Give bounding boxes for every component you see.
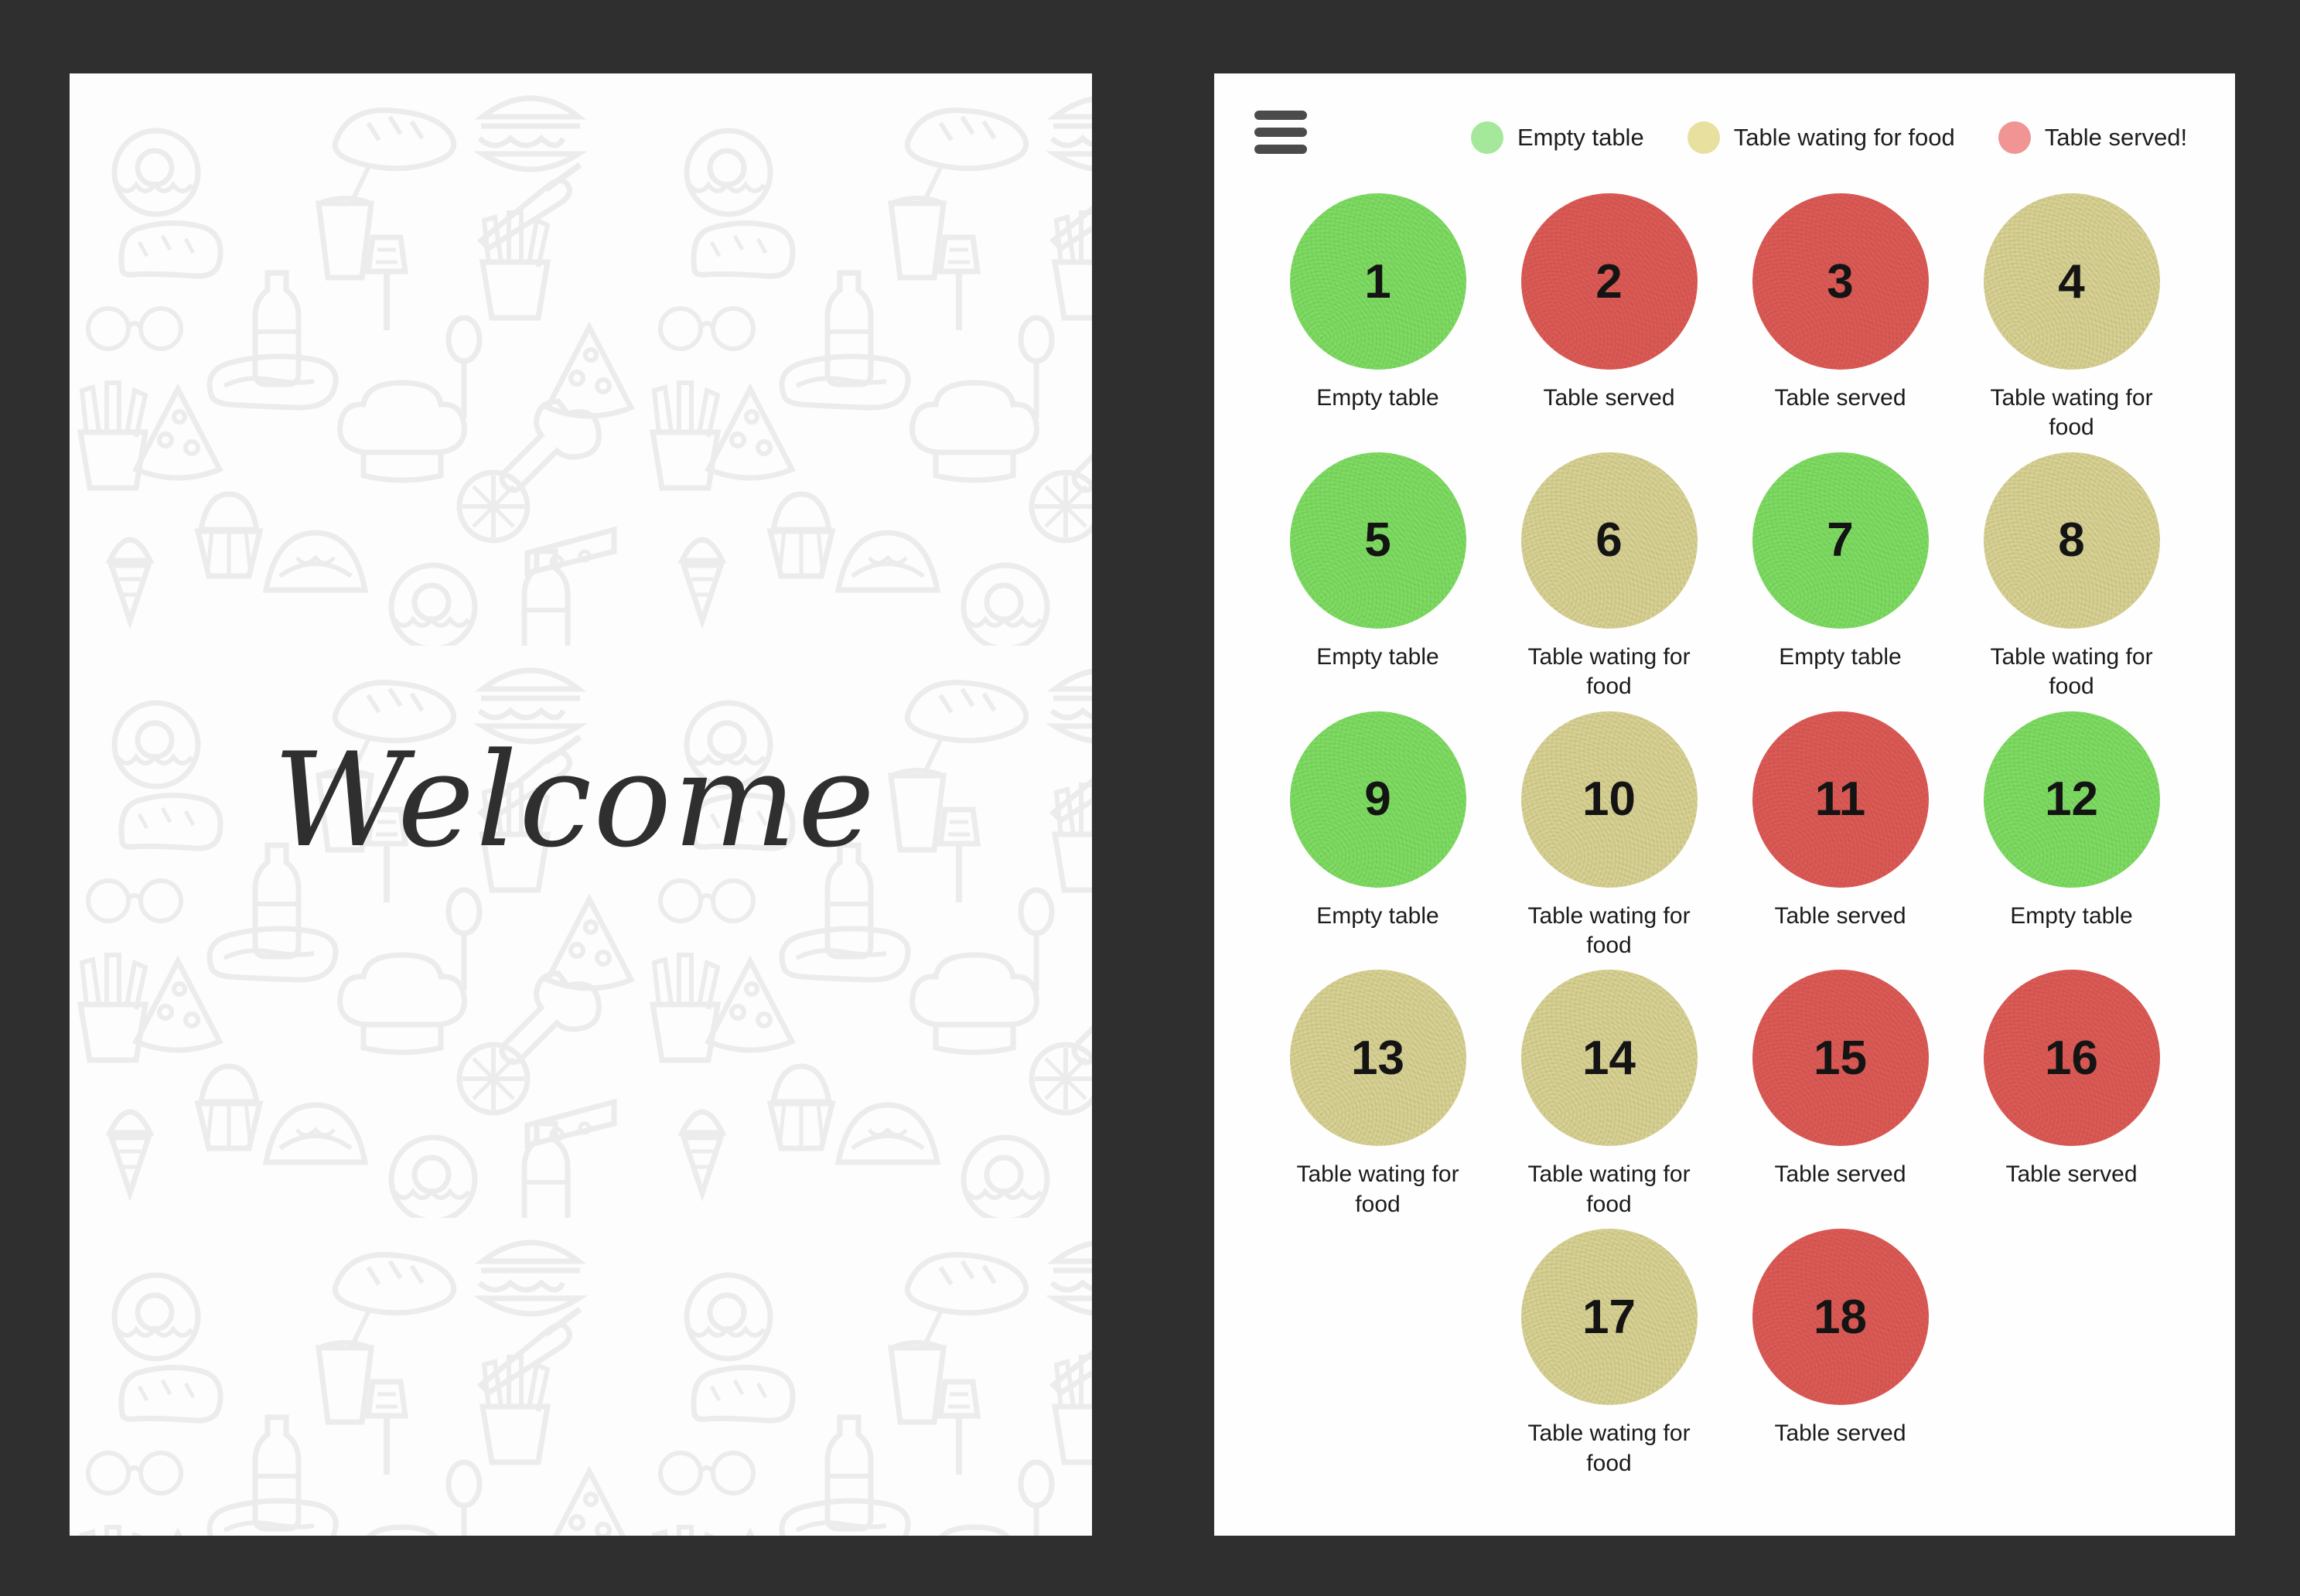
table-status-label: Empty table — [1316, 643, 1439, 670]
table-status-label: Table served — [1774, 385, 1906, 411]
table-cell[interactable]: 3 Table served — [1725, 193, 1956, 443]
table-status-label: Empty table — [1316, 385, 1439, 411]
table-number: 16 — [2045, 1031, 2098, 1085]
table-status-label: Table served — [2005, 1161, 2138, 1188]
table-status-label: Table wating for food — [1527, 1161, 1691, 1217]
table-circle-served[interactable]: 18 — [1752, 1229, 1929, 1406]
table-number: 1 — [1364, 254, 1391, 309]
table-number: 17 — [1582, 1290, 1636, 1344]
table-cell[interactable]: 5 Empty table — [1262, 452, 1493, 702]
table-circle-waiting[interactable]: 13 — [1289, 970, 1466, 1147]
table-number: 2 — [1595, 254, 1623, 309]
welcome-title: Welcome — [272, 724, 877, 876]
table-cell[interactable]: 6 Table wating for food — [1493, 452, 1725, 702]
hamburger-bar-1 — [1254, 111, 1307, 120]
table-status-label: Table served — [1774, 1161, 1906, 1188]
table-number: 4 — [2058, 254, 2085, 309]
table-circle-served[interactable]: 3 — [1752, 193, 1929, 370]
table-circle-empty[interactable]: 12 — [1983, 711, 2160, 888]
table-number: 12 — [2045, 772, 2098, 827]
table-circle-waiting[interactable]: 4 — [1983, 193, 2160, 370]
table-cell[interactable]: 1 Empty table — [1262, 193, 1493, 443]
table-cell[interactable]: 11 Table served — [1725, 711, 1956, 961]
tables-grid: 1 Empty table 2 Table served 3 Table served 4 T… — [1262, 193, 2187, 1478]
top-bar: Empty table Table wating for food Table se… — [1214, 73, 2235, 189]
table-circle-waiting[interactable]: 14 — [1520, 970, 1698, 1147]
table-status-label: Table wating for food — [1990, 385, 2153, 441]
table-number: 18 — [1814, 1290, 1867, 1344]
table-number: 11 — [1814, 772, 1866, 827]
table-number: 7 — [1827, 513, 1854, 568]
legend-label: Table wating for food — [1733, 124, 1955, 151]
table-status-label: Table wating for food — [1527, 1420, 1691, 1476]
table-number: 9 — [1364, 772, 1391, 827]
table-circle-waiting[interactable]: 17 — [1520, 1229, 1698, 1406]
table-circle-empty[interactable]: 5 — [1289, 452, 1466, 629]
hamburger-menu-icon[interactable] — [1254, 111, 1307, 154]
table-circle-empty[interactable]: 7 — [1752, 452, 1929, 629]
table-cell[interactable]: 2 Table served — [1493, 193, 1725, 443]
table-number: 8 — [2058, 513, 2085, 568]
table-cell[interactable]: 15 Table served — [1725, 970, 1956, 1219]
legend-item-served[interactable]: Table served! — [1998, 121, 2187, 154]
legend-label: Table served! — [2044, 124, 2188, 151]
legend-item-waiting[interactable]: Table wating for food — [1687, 121, 1955, 154]
hamburger-bar-2 — [1254, 128, 1307, 137]
app-window: Welcome Empty table Table wating for food… — [0, 0, 2300, 1596]
table-number: 15 — [1814, 1031, 1867, 1085]
table-number: 10 — [1582, 772, 1636, 827]
table-cell[interactable]: 12 Empty table — [1956, 711, 2187, 961]
table-cell[interactable]: 18 Table served — [1725, 1229, 1956, 1478]
table-status-label: Empty table — [1779, 643, 1902, 670]
table-number: 3 — [1827, 254, 1854, 309]
table-status-label: Table served — [1774, 902, 1906, 929]
table-status-label: Table served — [1774, 1420, 1906, 1447]
table-cell[interactable]: 14 Table wating for food — [1493, 970, 1725, 1219]
table-circle-served[interactable]: 11 — [1752, 711, 1929, 888]
table-circle-empty[interactable]: 1 — [1289, 193, 1466, 370]
table-cell[interactable]: 9 Empty table — [1262, 711, 1493, 961]
tables-screen: Empty table Table wating for food Table se… — [1214, 73, 2235, 1536]
table-number: 5 — [1364, 513, 1391, 568]
table-circle-served[interactable]: 16 — [1983, 970, 2160, 1147]
table-number: 14 — [1582, 1031, 1636, 1085]
table-status-label: Table wating for food — [1296, 1161, 1459, 1217]
legend-label: Empty table — [1517, 124, 1644, 151]
table-status-label: Table wating for food — [1527, 643, 1691, 700]
table-number: 13 — [1351, 1031, 1404, 1085]
table-circle-waiting[interactable]: 8 — [1983, 452, 2160, 629]
hamburger-bar-3 — [1254, 145, 1307, 154]
table-circle-served[interactable]: 2 — [1520, 193, 1698, 370]
legend-dot-served-icon — [1998, 121, 2031, 154]
table-status-label: Empty table — [1316, 902, 1439, 929]
table-cell[interactable]: 17 Table wating for food — [1493, 1229, 1725, 1478]
legend-dot-empty-icon — [1471, 121, 1503, 154]
table-circle-waiting[interactable]: 10 — [1520, 711, 1698, 888]
table-circle-empty[interactable]: 9 — [1289, 711, 1466, 888]
legend-dot-waiting-icon — [1687, 121, 1720, 154]
welcome-screen: Welcome — [70, 73, 1092, 1536]
table-status-label: Empty table — [2010, 902, 2133, 929]
table-cell[interactable]: 8 Table wating for food — [1956, 452, 2187, 702]
table-circle-waiting[interactable]: 6 — [1520, 452, 1698, 629]
table-status-label: Table served — [1543, 385, 1675, 411]
status-legend: Empty table Table wating for food Table se… — [1471, 121, 2187, 154]
table-cell[interactable]: 13 Table wating for food — [1262, 970, 1493, 1219]
table-cell[interactable]: 16 Table served — [1956, 970, 2187, 1219]
table-status-label: Table wating for food — [1527, 902, 1691, 958]
table-cell[interactable]: 10 Table wating for food — [1493, 711, 1725, 961]
table-status-label: Table wating for food — [1990, 643, 2153, 700]
table-circle-served[interactable]: 15 — [1752, 970, 1929, 1147]
table-cell[interactable]: 7 Empty table — [1725, 452, 1956, 702]
table-cell[interactable]: 4 Table wating for food — [1956, 193, 2187, 443]
legend-item-empty[interactable]: Empty table — [1471, 121, 1644, 154]
table-number: 6 — [1595, 513, 1623, 568]
